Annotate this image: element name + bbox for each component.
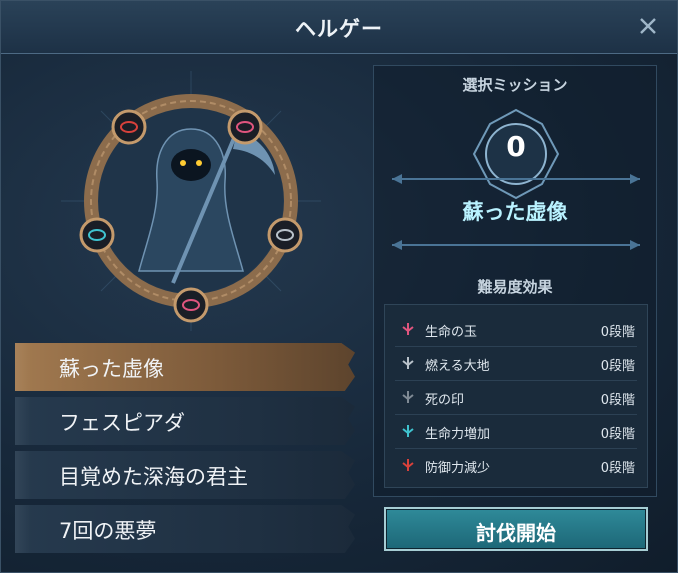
effect-level: 0段階 [600,461,635,476]
mission-marker [15,343,31,391]
effect-name: 防御力減少 [425,461,491,476]
ornament-divider-bottom [392,240,640,250]
mission-label: フェスピアダ [59,411,185,435]
effect-level: 0段階 [600,359,635,374]
effect-row: 生命力増加 0段階 [395,415,637,449]
mission-item-1[interactable]: フェスピアダ [15,397,355,445]
window-title: ヘルゲー [295,17,383,41]
title-bar: ヘルゲー [1,1,677,54]
ornament-divider-top [392,174,640,184]
mission-label: 7回の悪夢 [59,519,157,543]
mission-label: 目覚めた深海の君主 [59,465,248,489]
effect-name: 死の印 [425,393,465,408]
mission-item-0[interactable]: 蘇った虚像 [15,343,355,391]
effect-level: 0段階 [600,393,635,408]
mission-marker [15,451,31,499]
effect-name: 生命力増加 [425,427,491,442]
effect-row: 防御力減少 0段階 [395,449,637,482]
effect-level: 0段階 [600,325,635,340]
pink-rune-icon [402,323,414,335]
selected-mission-header: 選択ミッション [462,76,568,94]
mission-count: 0 [506,130,526,163]
mission-marker [15,505,31,553]
effect-level: 0段階 [600,427,635,442]
effect-name: 生命の玉 [425,325,478,340]
close-icon [640,18,656,34]
mission-count-badge: 0 [464,102,568,206]
boss-emblem [61,71,321,331]
close-button[interactable] [635,13,661,39]
effect-row: 燃える大地 0段階 [395,347,637,381]
effect-row: 死の印 0段階 [395,381,637,415]
difficulty-effects-list: 生命の玉 0段階 燃える大地 0段階 死の印 0段階 生命力増加 0段階 防御力… [384,304,648,488]
mission-label: 蘇った虚像 [59,357,164,381]
effect-row: 生命の玉 0段階 [395,313,637,347]
selected-mission-name: 蘇った虚像 [462,200,568,224]
red-rune-icon [402,459,414,471]
mission-info-panel: 選択ミッション 0 蘇った虚像 難易度効果 生命の玉 0段階 燃える大地 0段階… [373,65,657,497]
grey-rune-icon [402,357,414,369]
mission-item-3[interactable]: 7回の悪夢 [15,505,355,553]
effect-name: 燃える大地 [425,359,490,374]
start-hunt-label: 討伐開始 [476,521,556,545]
mission-marker [15,397,31,445]
dark-rune-icon [402,391,414,403]
mission-item-2[interactable]: 目覚めた深海の君主 [15,451,355,499]
teal-rune-icon [402,425,414,437]
helge-window: ヘルゲー 蘇った虚像 フェスピアダ 目覚めた深海の君主 7回の悪夢 選択ミッショ… [0,0,678,573]
difficulty-header: 難易度効果 [477,278,553,296]
start-hunt-button[interactable]: 討伐開始 [384,507,648,551]
